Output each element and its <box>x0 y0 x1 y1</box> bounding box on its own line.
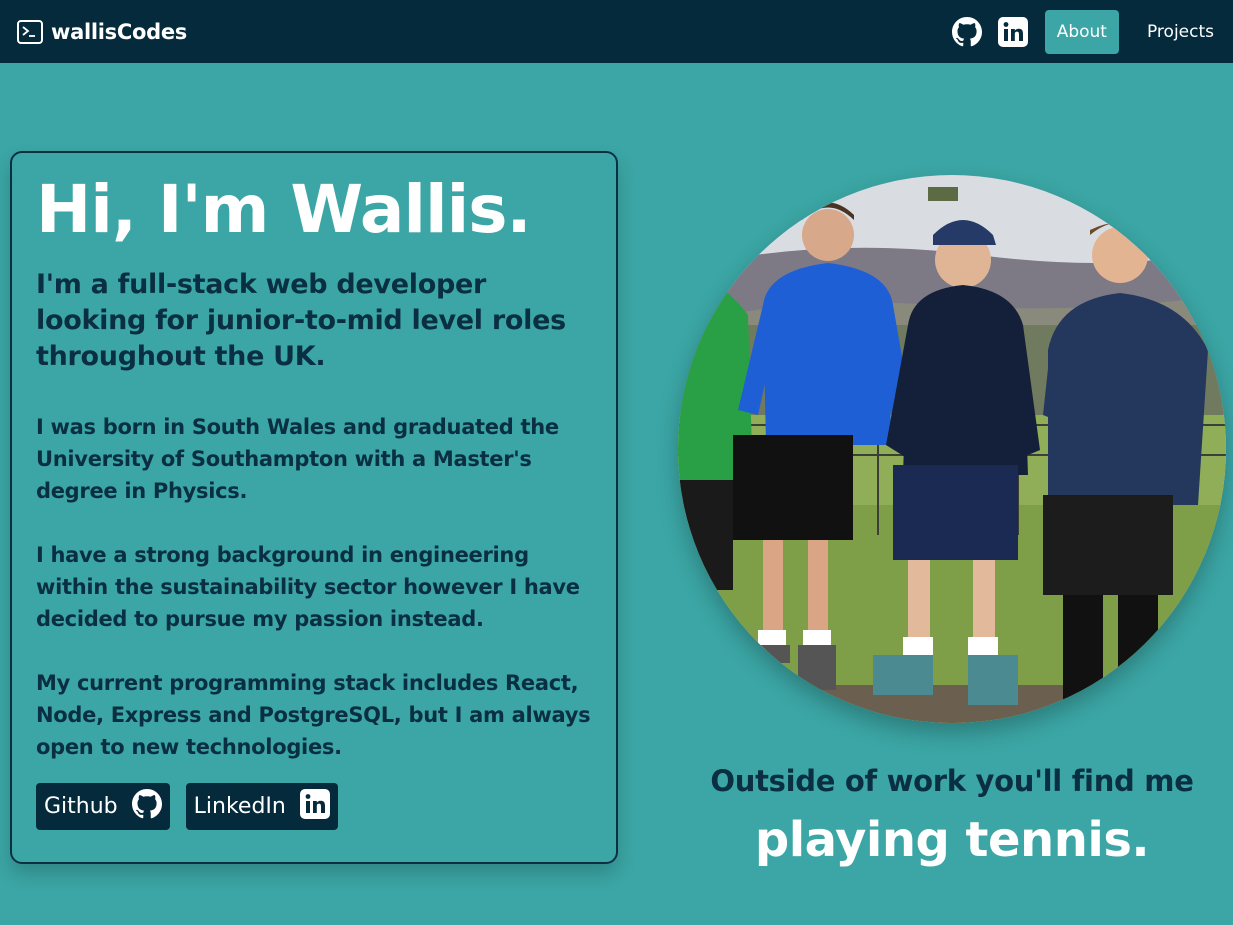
nav-linkedin-icon[interactable] <box>997 16 1029 48</box>
github-button[interactable]: Github <box>36 783 170 830</box>
navbar: wallisCodes About Projects <box>0 0 1233 63</box>
bio-paragraph: My current programming stack includes Re… <box>36 671 591 759</box>
hero-title: Hi, I'm Wallis. <box>36 171 532 248</box>
social-buttons: Github LinkedIn <box>36 783 592 830</box>
intro-card: Hi, I'm Wallis. I'm a full-stack web dev… <box>10 151 618 864</box>
linkedin-button-label: LinkedIn <box>193 794 286 819</box>
bio-paragraph: I have a strong background in engineerin… <box>36 543 580 631</box>
bio-paragraph: I was born in South Wales and graduated … <box>36 415 559 503</box>
nav-github-icon[interactable] <box>951 16 983 48</box>
nav-about-link[interactable]: About <box>1044 9 1119 54</box>
brand-link[interactable]: wallisCodes <box>17 19 187 44</box>
linkedin-button[interactable]: LinkedIn <box>185 783 338 830</box>
brand-name: wallisCodes <box>51 19 187 44</box>
terminal-icon <box>17 19 43 44</box>
linkedin-icon <box>299 788 330 825</box>
nav-projects-link[interactable]: Projects <box>1147 22 1214 42</box>
profile-photo <box>678 175 1226 723</box>
hero-subtitle: I'm a full-stack web developer looking f… <box>36 269 566 372</box>
nav-links: About Projects <box>951 9 1214 54</box>
github-icon <box>131 788 162 825</box>
hobby-line-2: playing tennis. <box>754 812 1150 868</box>
github-button-label: Github <box>44 794 118 819</box>
hobby-line-1: Outside of work you'll find me <box>710 764 1194 798</box>
